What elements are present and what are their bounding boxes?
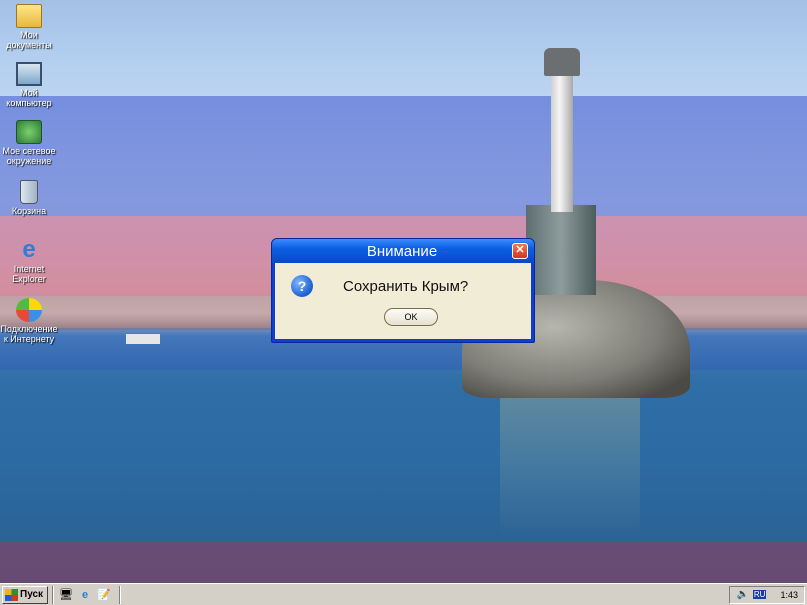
- my-computer-icon: [16, 62, 42, 86]
- desktop-icon-label: Мой компьютер: [6, 88, 52, 108]
- desktop-icon-network-places[interactable]: Мое сетевое окружение: [0, 120, 58, 166]
- dialog-titlebar[interactable]: Внимание ✕: [272, 239, 534, 263]
- wallpaper-boat: [126, 334, 160, 344]
- volume-icon[interactable]: 🔈: [736, 589, 748, 600]
- dialog-title: Внимание: [366, 242, 438, 260]
- show-desktop-icon[interactable]: 🖥: [58, 587, 74, 603]
- wallpaper-monument-column: [551, 72, 573, 212]
- desktop-icon-label: Internet Explorer: [12, 264, 46, 284]
- dialog-body: ? Сохранить Крым? OK: [275, 263, 531, 339]
- internet-explorer-quicklaunch-icon[interactable]: e: [77, 587, 93, 603]
- desktop-icon-label: Мое сетевое окружение: [2, 146, 56, 166]
- windows-logo-icon: [5, 588, 18, 601]
- wallpaper-flag-blue: [0, 96, 807, 216]
- desktop-icon-label: Корзина: [11, 206, 47, 216]
- taskbar-separator: [52, 585, 55, 604]
- desktop-icon-internet-explorer[interactable]: e Internet Explorer: [0, 236, 58, 285]
- start-button[interactable]: Пуск: [2, 585, 49, 604]
- wallpaper-flag-white: [0, 0, 807, 96]
- wallpaper-monument-base: [526, 205, 596, 295]
- clock[interactable]: 1:43: [780, 590, 798, 600]
- ok-button[interactable]: OK: [384, 308, 438, 326]
- notepad-quicklaunch-icon[interactable]: 📝: [96, 587, 112, 603]
- internet-explorer-icon: e: [22, 236, 36, 263]
- desktop: Мои документы Мой компьютер Мое сетевое …: [0, 0, 807, 583]
- language-indicator[interactable]: RU: [752, 590, 767, 599]
- alert-dialog: Внимание ✕ ? Сохранить Крым? OK: [271, 238, 535, 343]
- wallpaper-monument-eagle: [544, 48, 580, 76]
- desktop-icon-internet-connection[interactable]: Подключение к Интернету: [0, 298, 58, 344]
- close-button[interactable]: ✕: [512, 243, 528, 259]
- recycle-bin-icon: [20, 180, 38, 204]
- start-label: Пуск: [20, 589, 44, 600]
- system-tray: 🔈 RU 1:43: [729, 585, 805, 604]
- internet-connection-icon: [16, 298, 42, 322]
- desktop-icon-label: Мои документы: [6, 30, 52, 50]
- question-icon: ?: [291, 275, 313, 297]
- taskbar-separator: [119, 585, 122, 604]
- desktop-icon-label: Подключение к Интернету: [0, 324, 58, 344]
- dialog-message: Сохранить Крым?: [343, 278, 469, 295]
- desktop-icon-recycle-bin[interactable]: Корзина: [0, 180, 58, 216]
- desktop-icon-my-documents[interactable]: Мои документы: [0, 4, 58, 50]
- desktop-icon-my-computer[interactable]: Мой компьютер: [0, 62, 58, 108]
- network-places-icon: [16, 120, 42, 144]
- wallpaper-reflection: [500, 398, 640, 538]
- wallpaper-bottom-tint: [0, 541, 807, 583]
- my-documents-icon: [16, 4, 42, 28]
- taskbar: Пуск 🖥 e 📝 🔈 RU 1:43: [0, 583, 807, 605]
